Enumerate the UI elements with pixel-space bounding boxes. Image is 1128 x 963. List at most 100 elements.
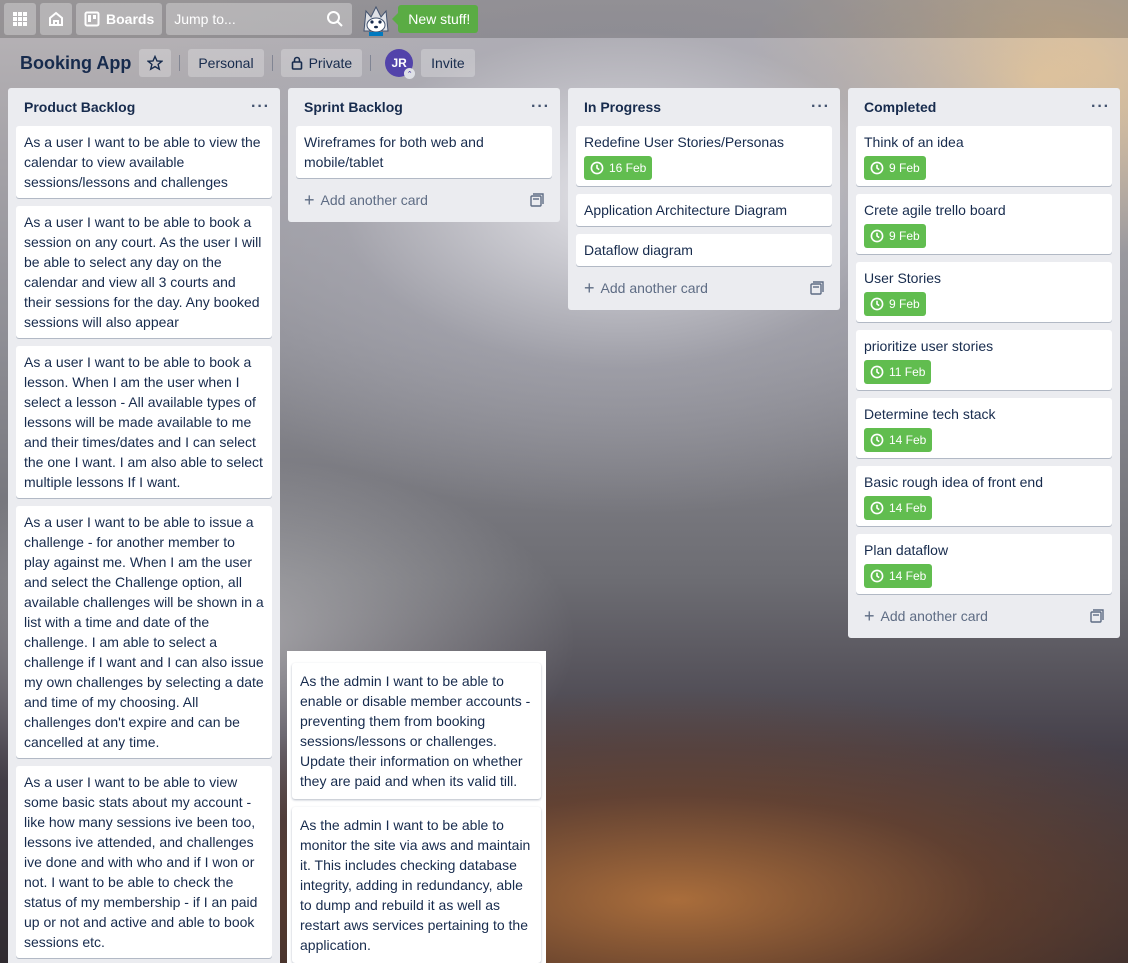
search-input[interactable]	[174, 11, 315, 27]
team-visibility-button[interactable]: Personal	[188, 49, 264, 77]
clock-icon	[870, 161, 884, 175]
board-header: Booking App Personal Private JR ⌃ Invite	[0, 38, 1128, 88]
member-avatar[interactable]: JR ⌃	[385, 49, 416, 79]
invite-button[interactable]: Invite	[421, 49, 475, 77]
card-title: As the admin I want to be able to monito…	[300, 817, 531, 953]
card[interactable]: As the admin I want to be able to enable…	[292, 663, 541, 799]
list-title[interactable]: Product Backlog	[24, 99, 135, 115]
card[interactable]: Basic rough idea of front end 14 Feb	[856, 466, 1112, 526]
clock-icon	[590, 161, 604, 175]
card-container: Wireframes for both web and mobile/table…	[288, 126, 560, 178]
home-button[interactable]	[40, 3, 72, 35]
privacy-button[interactable]: Private	[280, 49, 363, 77]
list-title[interactable]: In Progress	[584, 99, 661, 115]
card[interactable]: Redefine User Stories/Personas 16 Feb	[576, 126, 832, 186]
member-initials: JR	[391, 56, 407, 70]
star-board-button[interactable]	[139, 49, 172, 77]
card-title: User Stories	[864, 270, 942, 286]
board-title[interactable]: Booking App	[12, 47, 139, 79]
card-template-icon[interactable]	[810, 281, 824, 295]
taco-mascot-icon[interactable]	[358, 1, 394, 37]
card-template-icon[interactable]	[530, 193, 544, 207]
apps-menu-button[interactable]	[4, 3, 36, 35]
clock-icon	[870, 297, 884, 311]
card[interactable]: As a user I want to be able to book a se…	[16, 206, 272, 338]
list-header: Completed ···	[848, 88, 1120, 126]
card-title: Dataflow diagram	[584, 242, 693, 258]
add-card-button[interactable]: + Add another card	[856, 602, 1112, 630]
due-date-badge[interactable]: 11 Feb	[864, 360, 932, 384]
add-card-button[interactable]: + Add another card	[296, 186, 552, 214]
due-date: 14 Feb	[889, 433, 927, 447]
list-completed: Completed ··· Think of an idea 9 Feb Cre…	[848, 88, 1120, 638]
list-menu-icon[interactable]: ···	[531, 99, 550, 115]
list-product-backlog: Product Backlog ··· As a user I want to …	[8, 88, 280, 963]
card-title: Basic rough idea of front end	[864, 474, 1044, 490]
home-icon	[49, 11, 63, 26]
card[interactable]: Crete agile trello board 9 Feb	[856, 194, 1112, 254]
card[interactable]: Determine tech stack 14 Feb	[856, 398, 1112, 458]
due-date-badge[interactable]: 16 Feb	[584, 156, 653, 180]
clock-icon	[870, 365, 884, 379]
boards-label: Boards	[106, 11, 155, 27]
list-menu-icon[interactable]: ···	[811, 99, 830, 115]
list-sprint-backlog: Sprint Backlog ··· Wireframes for both w…	[288, 88, 560, 222]
card-title: prioritize user stories	[864, 338, 994, 354]
list-menu-icon[interactable]: ···	[251, 99, 270, 115]
due-date-badge[interactable]: 9 Feb	[864, 292, 926, 316]
lock-icon	[291, 56, 302, 70]
card[interactable]: Dataflow diagram	[576, 234, 832, 266]
search-icon[interactable]	[326, 10, 344, 28]
card[interactable]: Application Architecture Diagram	[576, 194, 832, 226]
card-title: As a user I want to be able to book a le…	[24, 354, 263, 490]
apps-grid-icon	[13, 12, 27, 26]
due-date-badge[interactable]: 14 Feb	[864, 428, 933, 452]
add-card-label: Add another card	[880, 608, 988, 624]
list-title[interactable]: Sprint Backlog	[304, 99, 403, 115]
privacy-label: Private	[308, 55, 353, 71]
search-box[interactable]	[166, 3, 353, 35]
card[interactable]: As a user I want to be able to book a le…	[16, 346, 272, 498]
clock-icon	[870, 433, 884, 447]
card[interactable]: As a user I want to be able to view the …	[16, 126, 272, 198]
due-date: 9 Feb	[889, 161, 920, 175]
card[interactable]: Think of an idea 9 Feb	[856, 126, 1112, 186]
boards-button[interactable]: Boards	[76, 3, 163, 35]
clock-icon	[870, 229, 884, 243]
clock-icon	[870, 569, 884, 583]
card[interactable]: As a user I want to be able to issue a c…	[16, 506, 272, 758]
card[interactable]: prioritize user stories 11 Feb	[856, 330, 1112, 390]
divider	[179, 55, 181, 71]
due-date-badge[interactable]: 9 Feb	[864, 224, 926, 248]
card-title: As a user I want to be able to issue a c…	[24, 514, 264, 750]
plus-icon: +	[864, 606, 875, 626]
card-title: Determine tech stack	[864, 406, 996, 422]
list-title[interactable]: Completed	[864, 99, 936, 115]
card-title: Application Architecture Diagram	[584, 202, 788, 218]
card[interactable]: Plan dataflow 14 Feb	[856, 534, 1112, 594]
list-header: Sprint Backlog ···	[288, 88, 560, 126]
list-menu-icon[interactable]: ···	[1091, 99, 1110, 115]
card-title: As a user I want to be able to view the …	[24, 134, 261, 190]
card-title: As the admin I want to be able to enable…	[300, 673, 531, 789]
divider	[271, 55, 273, 71]
plus-icon: +	[304, 190, 315, 210]
due-date-badge[interactable]: 14 Feb	[864, 496, 933, 520]
due-date-badge[interactable]: 14 Feb	[864, 564, 933, 588]
card-container: Think of an idea 9 Feb Crete agile trell…	[848, 126, 1120, 594]
dragged-card-group: As the admin I want to be able to enable…	[287, 651, 546, 963]
new-stuff-button[interactable]: New stuff!	[392, 5, 479, 33]
card-title: Crete agile trello board	[864, 202, 1006, 218]
card[interactable]: Wireframes for both web and mobile/table…	[296, 126, 552, 178]
card[interactable]: User Stories 9 Feb	[856, 262, 1112, 322]
card-template-icon[interactable]	[1090, 609, 1104, 623]
plus-icon: +	[584, 278, 595, 298]
star-icon	[147, 55, 164, 71]
admin-chevron-icon: ⌃	[404, 68, 416, 79]
due-date: 16 Feb	[609, 161, 647, 175]
card[interactable]: As a user I want to be able to view some…	[16, 766, 272, 958]
card[interactable]: As the admin I want to be able to monito…	[292, 807, 541, 963]
top-nav-bar: Boards New stuff!	[0, 0, 1128, 38]
due-date-badge[interactable]: 9 Feb	[864, 156, 926, 180]
add-card-button[interactable]: + Add another card	[576, 274, 832, 302]
